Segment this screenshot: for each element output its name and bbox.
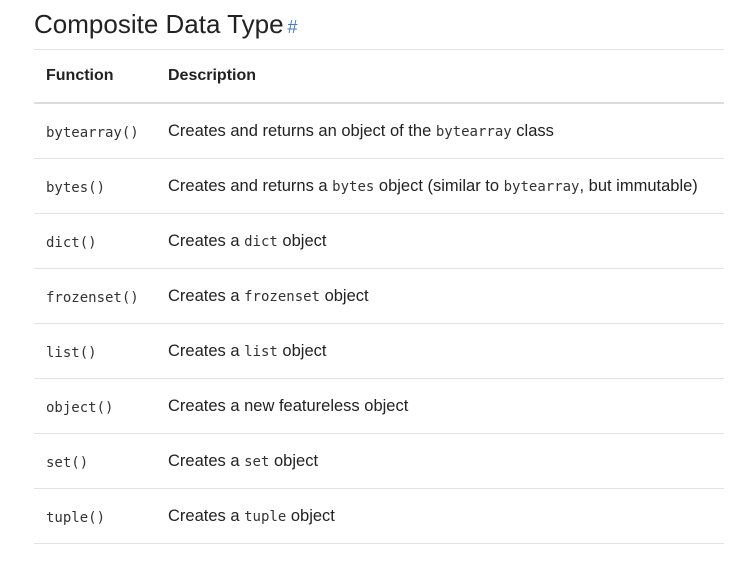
description-text: Creates a	[168, 232, 245, 250]
function-cell: object()	[34, 378, 168, 434]
inline-code: dict	[244, 234, 278, 250]
function-cell: set()	[34, 433, 168, 489]
description-text: Creates a new featureless object	[168, 397, 409, 415]
table-row: bytes() Creates and returns a bytes objec…	[34, 158, 724, 214]
table-row: bytearray() Creates and returns an object…	[34, 103, 724, 159]
inline-code: set	[244, 454, 270, 470]
function-cell: tuple()	[34, 488, 168, 544]
function-name: frozenset()	[46, 290, 139, 306]
function-cell: bytearray()	[34, 103, 168, 159]
column-header-function: Function	[34, 49, 168, 104]
inline-code: bytearray	[435, 124, 512, 140]
heading-title: Composite Data Type	[34, 9, 284, 39]
function-name: set()	[46, 455, 89, 471]
function-name: dict()	[46, 235, 97, 251]
table-header: Function Description	[34, 49, 724, 104]
inline-code: list	[244, 344, 278, 360]
description-cell: Creates a frozenset object	[168, 268, 724, 324]
table-row: set() Creates a set object	[34, 433, 724, 489]
description-text: object (similar to	[374, 177, 504, 195]
description-text: , but immutable)	[579, 177, 698, 195]
description-text: object	[269, 452, 319, 470]
description-cell: Creates a new featureless object	[168, 378, 724, 434]
function-name: tuple()	[46, 510, 106, 526]
heading-anchor-link[interactable]: #	[288, 17, 298, 37]
description-cell: Creates a list object	[168, 323, 724, 379]
table-row: frozenset() Creates a frozenset object	[34, 268, 724, 324]
description-text: Creates and returns an object of the	[168, 122, 436, 140]
description-text: Creates a	[168, 342, 245, 360]
description-text: Creates and returns a	[168, 177, 333, 195]
description-text: object	[277, 342, 327, 360]
description-cell: Creates and returns an object of the byt…	[168, 103, 724, 159]
function-cell: frozenset()	[34, 268, 168, 324]
section-heading: Composite Data Type #	[34, 0, 724, 49]
table-header-row: Function Description	[34, 49, 724, 104]
description-text: object	[277, 232, 327, 250]
description-cell: Creates a set object	[168, 433, 724, 489]
inline-code: frozenset	[244, 289, 320, 305]
function-cell: dict()	[34, 213, 168, 269]
description-cell: Creates a tuple object	[168, 488, 724, 544]
function-cell: bytes()	[34, 158, 168, 214]
table-row: dict() Creates a dict object	[34, 213, 724, 269]
description-text: Creates a	[168, 452, 245, 470]
description-text: class	[511, 122, 554, 140]
description-text: Creates a	[168, 507, 245, 525]
description-cell: Creates a dict object	[168, 213, 724, 269]
inline-code: bytearray	[503, 179, 580, 195]
description-text: Creates a	[168, 287, 245, 305]
table-row: object() Creates a new featureless object	[34, 378, 724, 434]
description-cell: Creates and returns a bytes object (simi…	[168, 158, 724, 214]
table-row: list() Creates a list object	[34, 323, 724, 379]
description-text: object	[286, 507, 335, 525]
inline-code: bytes	[332, 179, 375, 195]
composite-data-type-table: Function Description bytearray() Creates …	[34, 49, 724, 544]
inline-code: tuple	[244, 509, 287, 525]
function-name: list()	[46, 345, 97, 361]
function-cell: list()	[34, 323, 168, 379]
function-name: bytes()	[46, 180, 106, 196]
column-header-description: Description	[168, 49, 724, 104]
table-row: tuple() Creates a tuple object	[34, 488, 724, 544]
article-content: Composite Data Type # Function Descriptio…	[34, 0, 724, 544]
function-name: bytearray()	[46, 125, 139, 141]
table-body: bytearray() Creates and returns an object…	[34, 103, 724, 544]
function-name: object()	[46, 400, 114, 416]
description-text: object	[319, 287, 369, 305]
